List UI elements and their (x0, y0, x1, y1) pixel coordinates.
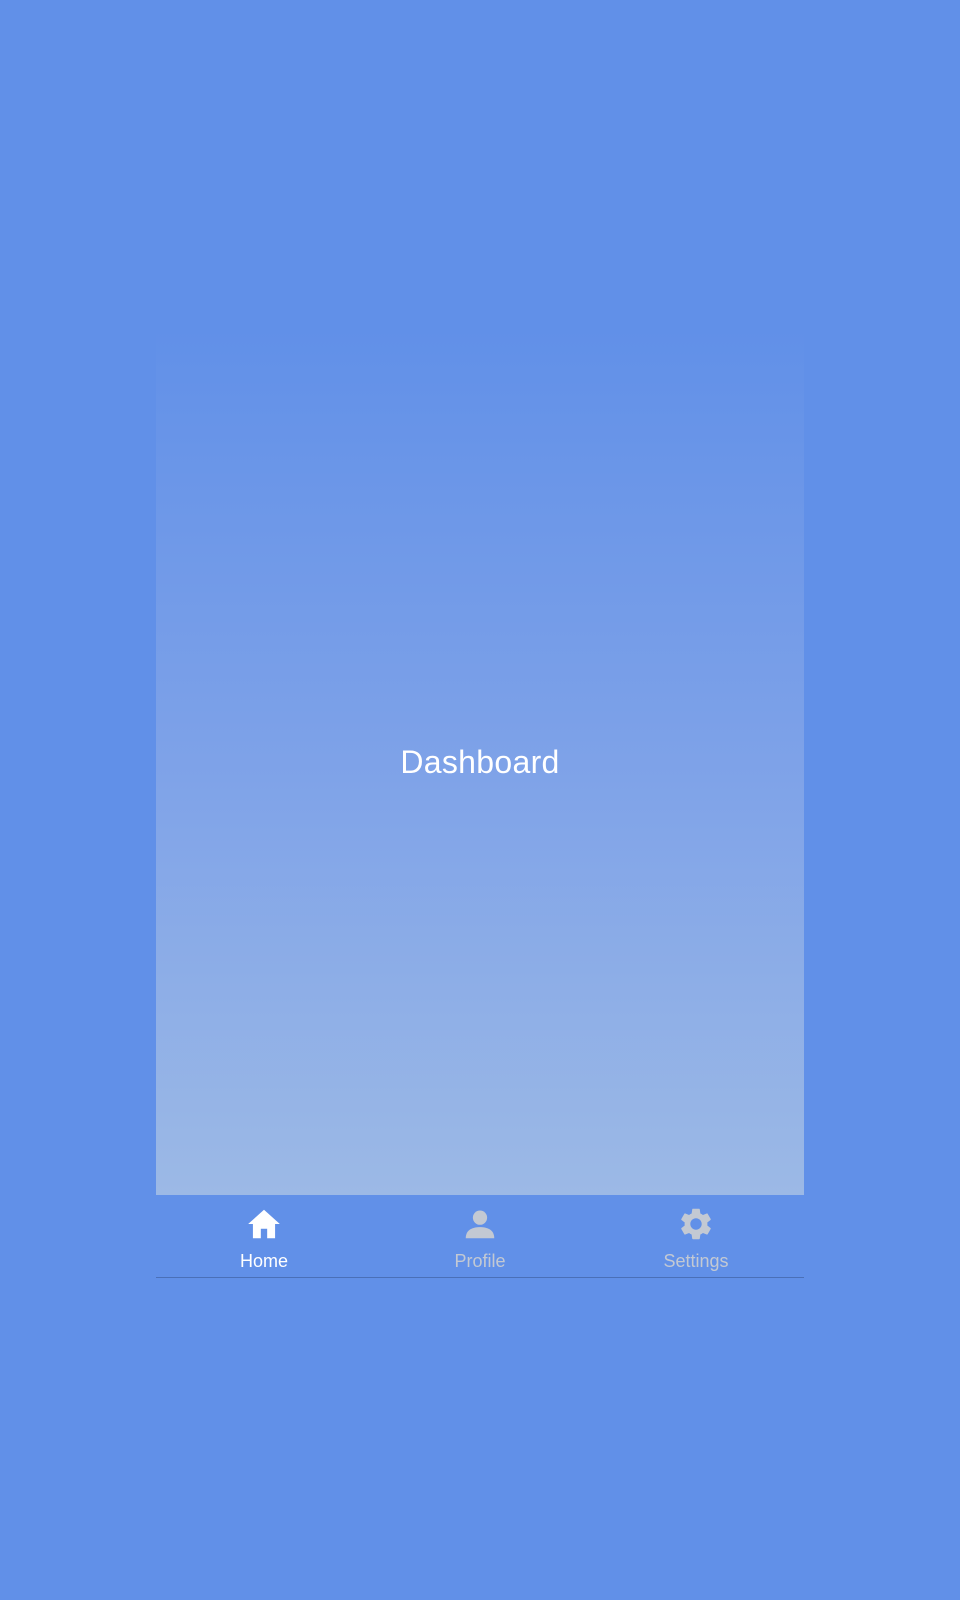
tab-home[interactable]: Home (156, 1195, 372, 1277)
bottom-tab-bar: Home Profile Settings (156, 1195, 804, 1278)
app-screen: Dashboard Home Profile Settings (156, 330, 804, 1279)
tab-settings-label: Settings (663, 1251, 729, 1271)
dashboard-content: Dashboard (156, 330, 804, 1195)
tab-profile-label: Profile (454, 1251, 506, 1271)
page-title: Dashboard (400, 744, 560, 780)
person-icon (461, 1205, 499, 1243)
home-icon (245, 1205, 283, 1243)
tab-profile[interactable]: Profile (372, 1195, 588, 1277)
tab-home-label: Home (239, 1251, 288, 1271)
gear-icon (677, 1205, 715, 1243)
tab-settings[interactable]: Settings (588, 1195, 804, 1277)
